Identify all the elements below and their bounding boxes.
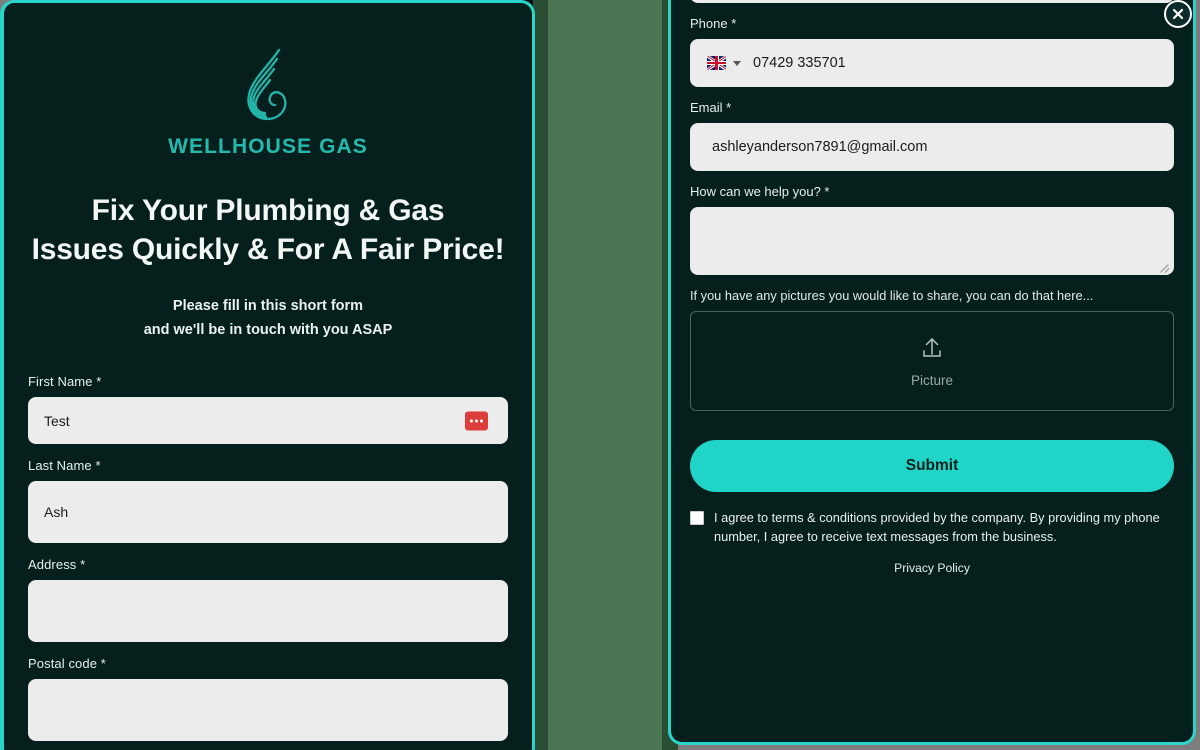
input-partial-above[interactable] xyxy=(690,0,1174,3)
headline-line-1: Fix Your Plumbing & Gas xyxy=(91,194,445,227)
input-last-name[interactable]: Ash xyxy=(28,481,508,544)
lead-form-modal-left: WELLHOUSE GAS Fix Your Plumbing & Gas Is… xyxy=(0,0,535,750)
chevron-down-icon[interactable] xyxy=(733,60,741,66)
subheading-line-1: Please fill in this short form xyxy=(172,298,364,314)
headline-line-2: Issues Quickly & For A Fair Price! xyxy=(31,233,505,266)
upload-arrow-icon xyxy=(923,337,941,357)
terms-text: I agree to terms & conditions provided b… xyxy=(714,510,1160,544)
field-message: How can we help you? * xyxy=(690,184,1174,275)
resize-handle-icon[interactable] xyxy=(1158,260,1170,272)
left-form: First Name * Test Last Name * Ash Addres… xyxy=(28,374,508,742)
field-last-name: Last Name * Ash xyxy=(28,458,508,544)
subheading: Please fill in this short form and we'll… xyxy=(28,295,508,342)
input-email[interactable]: ashleyanderson7891@gmail.com xyxy=(690,123,1174,171)
submit-button[interactable]: Submit xyxy=(690,440,1174,492)
field-postal-code: Postal code * xyxy=(28,656,508,742)
field-email: Email * ashleyanderson7891@gmail.com xyxy=(690,100,1174,171)
label-last-name: Last Name * xyxy=(28,458,101,474)
label-phone: Phone * xyxy=(690,16,737,31)
field-first-name: First Name * Test xyxy=(28,374,508,445)
input-postal-code[interactable] xyxy=(28,679,508,742)
label-postal-code: Postal code * xyxy=(28,656,106,672)
terms-checkbox[interactable] xyxy=(690,511,704,525)
field-address: Address * xyxy=(28,557,508,643)
label-first-name: First Name * xyxy=(28,374,102,390)
brand-name: WELLHOUSE GAS xyxy=(168,135,368,158)
close-icon xyxy=(1172,8,1184,20)
picture-dropzone[interactable]: Picture xyxy=(690,311,1174,411)
close-button[interactable] xyxy=(1164,0,1192,28)
textarea-message[interactable] xyxy=(690,207,1174,275)
label-email: Email * xyxy=(690,100,732,115)
flame-droplet-icon xyxy=(247,48,287,121)
field-partial-above xyxy=(690,0,1174,3)
input-last-name-value: Ash xyxy=(44,504,69,521)
label-address: Address * xyxy=(28,557,86,573)
privacy-policy-link[interactable]: Privacy Policy xyxy=(690,561,1174,575)
terms-agreement-row: I agree to terms & conditions provided b… xyxy=(690,509,1174,547)
input-address[interactable] xyxy=(28,580,508,643)
subheading-line-2: and we'll be in touch with you ASAP xyxy=(143,321,393,338)
page-title: Fix Your Plumbing & Gas Issues Quickly &… xyxy=(28,191,508,269)
input-phone[interactable]: 07429 335701 xyxy=(690,39,1174,87)
brand-logo: WELLHOUSE GAS xyxy=(28,47,508,159)
dropzone-label: Picture xyxy=(910,372,954,388)
uk-flag-icon xyxy=(707,56,726,70)
input-phone-value: 07429 335701 xyxy=(753,55,846,71)
background-green-strip-left xyxy=(533,0,548,750)
label-message: How can we help you? * xyxy=(690,184,830,199)
upload-note: If you have any pictures you would like … xyxy=(690,288,1094,303)
input-first-name-value: Test xyxy=(44,412,70,429)
lead-form-modal-right: Phone * 07429 335701 Email * ashleyander… xyxy=(668,0,1196,745)
input-email-value: ashleyanderson7891@gmail.com xyxy=(712,139,928,155)
password-manager-icon[interactable] xyxy=(465,411,488,431)
background-green-band xyxy=(548,0,662,750)
field-phone: Phone * 07429 335701 xyxy=(690,16,1174,87)
input-first-name[interactable]: Test xyxy=(28,397,508,445)
